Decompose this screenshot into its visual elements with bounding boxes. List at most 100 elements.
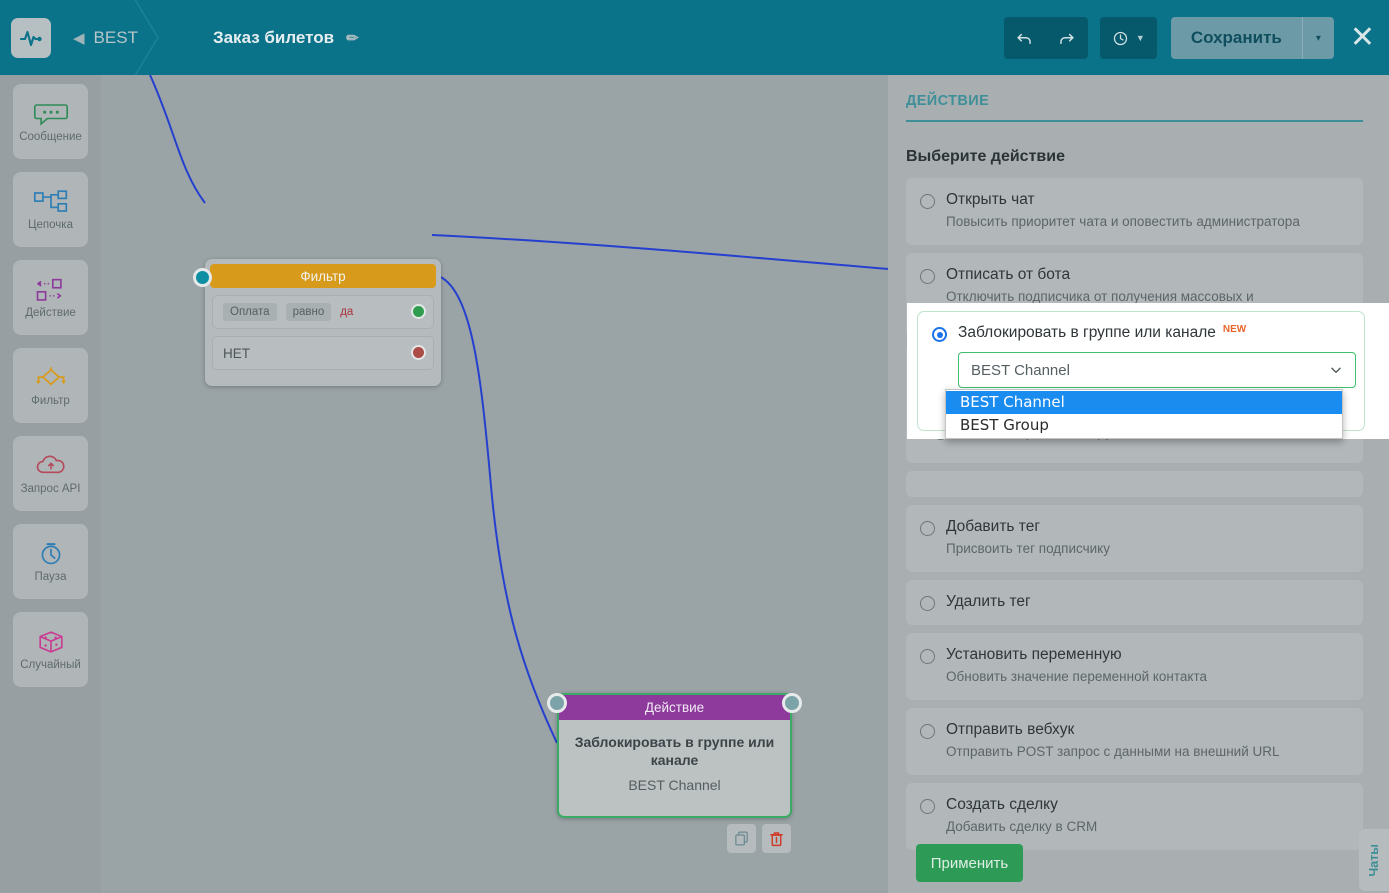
page-title-group: Заказ билетов ✏ (213, 28, 359, 48)
paper-plane-icon: ◀ (73, 29, 85, 47)
option-label: Отправить вебхук (946, 721, 1280, 739)
action-settings-panel: ДЕЙСТВИЕ Выберите действие Открыть чат П… (888, 75, 1389, 893)
palette-item-random[interactable]: Случайный (13, 612, 88, 687)
option-description: Добавить сделку в CRM (946, 818, 1097, 836)
filter-node[interactable]: Фильтр Оплата равно да НЕТ (205, 259, 441, 386)
radio-icon[interactable] (920, 799, 935, 814)
dropdown-option-best-group[interactable]: BEST Group (946, 414, 1342, 437)
channel-select-value: BEST Channel (971, 362, 1070, 379)
palette-item-chain[interactable]: Цепочка (13, 172, 88, 247)
option-label: Отписать от бота (946, 266, 1349, 284)
apply-button[interactable]: Применить (916, 844, 1023, 882)
app-logo[interactable] (11, 18, 51, 58)
palette-item-label: Случайный (20, 659, 81, 671)
filter-node-input-port[interactable] (193, 268, 212, 287)
breadcrumb-back-label: BEST (94, 28, 138, 48)
filter-else-row[interactable]: НЕТ (212, 336, 434, 370)
palette-item-action[interactable]: Действие (13, 260, 88, 335)
palette-item-label: Фильтр (31, 395, 70, 407)
option-unblock-in-group[interactable] (906, 471, 1363, 497)
action-node-action-name: Заблокировать в группе или канале (571, 734, 778, 769)
filter-diamond-icon (33, 365, 69, 391)
condition-field: Оплата (223, 303, 277, 321)
option-description: Обновить значение переменной контакта (946, 668, 1207, 686)
flow-chain-icon (33, 189, 69, 215)
panel-title: ДЕЙСТВИЕ (906, 93, 1363, 122)
action-node[interactable]: Действие Заблокировать в группе или кана… (557, 693, 792, 818)
trash-icon (768, 830, 785, 848)
chevron-down-icon (1329, 363, 1343, 377)
action-arrows-icon (33, 277, 69, 303)
history-button[interactable]: ▼ (1100, 17, 1157, 59)
palette-item-filter[interactable]: Фильтр (13, 348, 88, 423)
option-create-deal[interactable]: Создать сделку Добавить сделку в CRM (906, 783, 1363, 850)
option-label: Добавить тег (946, 518, 1110, 536)
option-label: Заблокировать в группе или канале (958, 324, 1216, 342)
delete-node-button[interactable] (762, 824, 791, 853)
action-node-body: Заблокировать в группе или канале BEST C… (559, 720, 790, 807)
action-node-output-port[interactable] (782, 693, 802, 713)
dropdown-option-best-channel[interactable]: BEST Channel (946, 391, 1342, 414)
channel-select-dropdown[interactable]: BEST Channel BEST Group (945, 389, 1343, 439)
option-description: Повысить приоритет чата и оповестить адм… (946, 213, 1300, 231)
action-node-title: Действие (559, 695, 790, 720)
radio-icon[interactable] (920, 521, 935, 536)
palette-item-label: Цепочка (28, 219, 73, 231)
save-dropdown-button[interactable]: ▾ (1302, 17, 1334, 59)
clock-history-icon (1112, 30, 1129, 47)
copy-icon (733, 830, 750, 847)
pencil-icon[interactable]: ✏ (346, 29, 359, 47)
filter-yes-port[interactable] (411, 304, 426, 319)
palette-item-label: Запрос API (21, 483, 81, 495)
history-caret-icon: ▼ (1136, 33, 1145, 43)
filter-no-port[interactable] (411, 345, 426, 360)
option-send-webhook[interactable]: Отправить вебхук Отправить POST запрос с… (906, 708, 1363, 775)
duplicate-node-button[interactable] (727, 824, 756, 853)
palette-item-api-request[interactable]: Запрос API (13, 436, 88, 511)
option-label: Установить переменную (946, 646, 1207, 664)
option-set-variable[interactable]: Установить переменную Обновить значение … (906, 633, 1363, 700)
action-node-target: BEST Channel (571, 777, 778, 793)
palette-item-label: Пауза (35, 571, 67, 583)
action-options-list: Открыть чат Повысить приоритет чата и оп… (906, 178, 1363, 850)
palette-item-label: Действие (25, 307, 76, 319)
undo-button[interactable] (1004, 17, 1046, 59)
palette-item-message[interactable]: Сообщение (13, 84, 88, 159)
radio-icon[interactable] (920, 269, 935, 284)
undo-arrow-icon (1015, 29, 1034, 48)
option-remove-tag[interactable]: Удалить тег (906, 580, 1363, 625)
radio-icon[interactable] (932, 327, 947, 342)
save-button-group: Сохранить ▾ (1171, 17, 1334, 59)
option-open-chat[interactable]: Открыть чат Повысить приоритет чата и оп… (906, 178, 1363, 245)
condition-value: да (340, 306, 353, 318)
new-badge: NEW (1223, 324, 1246, 342)
app-root: ◀ BEST Заказ билетов ✏ (0, 0, 1389, 893)
node-palette: Сообщение Цепочка Действие (0, 75, 101, 893)
option-add-tag[interactable]: Добавить тег Присвоить тег подписчику (906, 505, 1363, 572)
timer-clock-icon (33, 541, 69, 567)
pulse-icon (19, 26, 43, 50)
save-button[interactable]: Сохранить (1171, 17, 1302, 59)
palette-item-pause[interactable]: Пауза (13, 524, 88, 599)
panel-heading: Выберите действие (906, 148, 1363, 166)
radio-icon[interactable] (920, 724, 935, 739)
top-bar: ◀ BEST Заказ билетов ✏ (0, 0, 1389, 75)
filter-condition-row[interactable]: Оплата равно да (212, 295, 434, 329)
chats-side-tab[interactable]: Чаты (1359, 829, 1389, 891)
option-label: Удалить тег (946, 593, 1031, 611)
action-node-input-port[interactable] (547, 693, 567, 713)
radio-icon[interactable] (920, 596, 935, 611)
option-block-header: Заблокировать в группе или канале NEW (932, 324, 1350, 342)
dice-cube-icon (33, 629, 69, 655)
close-button[interactable]: ✕ (1350, 23, 1375, 53)
option-label: Создать сделку (946, 796, 1097, 814)
node-toolbar (727, 824, 791, 853)
option-label: Открыть чат (946, 191, 1300, 209)
breadcrumb-back[interactable]: ◀ BEST (73, 28, 138, 48)
filter-node-title: Фильтр (210, 264, 436, 288)
radio-icon[interactable] (920, 649, 935, 664)
redo-button[interactable] (1046, 17, 1088, 59)
chat-bubble-icon (33, 101, 69, 127)
radio-icon[interactable] (920, 194, 935, 209)
channel-select[interactable]: BEST Channel (958, 352, 1356, 388)
